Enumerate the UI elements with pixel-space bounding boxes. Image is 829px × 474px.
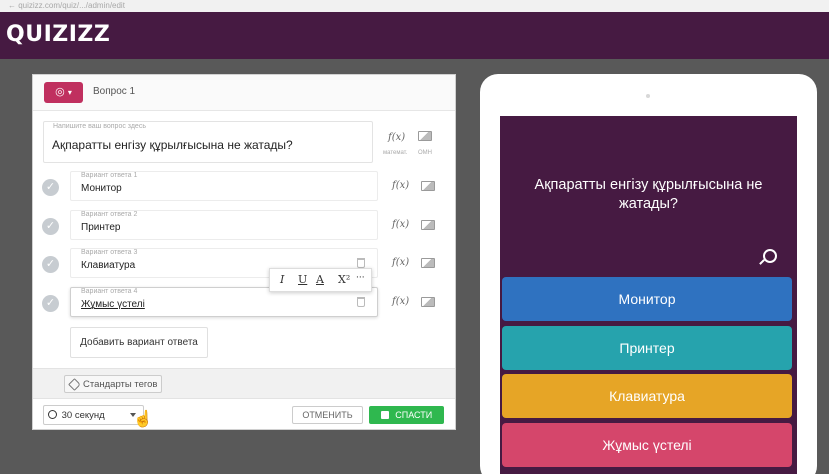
preview-question: Ақпаратты енгізу құрылғысына не жатады? [534,177,763,212]
tags-bar: Стандарты тегов [33,368,455,398]
math-formula-icon[interactable]: f(x) [392,180,409,191]
answer-row-4: ✓ Вариант ответа 4 Жұмыс үстелі f(x) [39,287,459,319]
tags-button-label: Стандарты тегов [83,379,158,390]
format-toolbar: I U A X² ··· [269,268,372,292]
cancel-button[interactable]: ОТМЕНИТЬ [292,406,363,424]
math-formula-icon[interactable]: f(x) [392,257,409,268]
trash-icon[interactable] [357,297,365,307]
question-editor: ◎ ▾ Вопрос 1 Напишите ваш вопрос здесь А… [32,74,456,430]
tags-button[interactable]: Стандарты тегов [64,375,163,393]
correct-check-icon[interactable]: ✓ [42,218,59,235]
clock-icon [48,410,57,419]
correct-check-icon[interactable]: ✓ [42,295,59,312]
answer-label-1: Вариант ответа 1 [81,172,138,179]
underline-button[interactable]: U [298,273,307,286]
answer-label-3: Вариант ответа 3 [81,249,138,256]
answer-row-1: ✓ Вариант ответа 1 Монитор f(x) [39,171,459,203]
add-answer-button[interactable]: Добавить вариант ответа [70,327,208,358]
radio-target-icon: ◎ [55,86,65,98]
answer-input-2[interactable]: Вариант ответа 2 Принтер [70,210,378,240]
preview-option-2[interactable]: Принтер [502,326,792,370]
time-select[interactable]: 30 секунд [43,405,144,425]
answer-text-4[interactable]: Жұмыс үстелі [81,299,145,310]
tablet-camera [646,94,650,98]
floppy-disk-icon [380,411,389,419]
image-audio-icon[interactable] [418,131,432,141]
image-icon[interactable] [421,220,435,230]
image-icon[interactable] [421,258,435,268]
italic-button[interactable]: I [280,273,284,286]
superscript-button[interactable]: X² [338,273,350,286]
math-label: математ. [383,150,408,156]
editor-footer: 30 секунд ☝ ОТМЕНИТЬ СПАСТИ [33,398,455,429]
answer-text-2[interactable]: Принтер [81,222,120,233]
math-formula-icon[interactable]: f(x) [392,296,409,307]
answer-row-3: ✓ Вариант ответа 3 Клавиатура f(x) [39,248,459,280]
tag-icon [68,378,81,391]
app-header: QUIZIZZ [0,12,829,59]
answer-text-3[interactable]: Клавиатура [81,260,135,271]
quizizz-logo[interactable]: QUIZIZZ [6,22,110,47]
math-formula-icon[interactable]: f(x) [392,219,409,230]
preview-option-1[interactable]: Монитор [502,277,792,321]
correct-check-icon[interactable]: ✓ [42,256,59,273]
image-icon[interactable] [421,297,435,307]
save-button[interactable]: СПАСТИ [369,406,444,424]
trash-icon[interactable] [357,258,365,268]
media-label: ОМН [418,150,432,156]
preview-screen: Ақпаратты енгізу құрылғысына не жатады? … [500,116,797,474]
question-header: ◎ ▾ Вопрос 1 [33,75,455,111]
save-button-label: СПАСТИ [395,410,433,420]
image-icon[interactable] [421,181,435,191]
preview-tablet: Ақпаратты енгізу құрылғысына не жатады? … [480,74,817,474]
answer-label-4: Вариант ответа 4 [81,288,138,295]
answer-input-1[interactable]: Вариант ответа 1 Монитор [70,171,378,201]
math-formula-icon[interactable]: f(x) [388,132,405,143]
correct-check-icon[interactable]: ✓ [42,179,59,196]
more-options-button[interactable]: ··· [356,273,365,283]
question-input[interactable]: Напишите ваш вопрос здесь Ақпаратты енгі… [43,121,373,163]
zoom-in-icon[interactable] [763,249,777,263]
chevron-down-icon: ▾ [67,88,72,97]
question-type-button[interactable]: ◎ ▾ [44,82,83,103]
browser-address-bar[interactable]: ← quizizz.com/quiz/.../admin/edit [0,0,829,12]
preview-option-3[interactable]: Клавиатура [502,374,792,418]
time-select-value: 30 секунд [61,410,105,421]
preview-option-4[interactable]: Жұмыс үстелі [502,423,792,467]
question-number: Вопрос 1 [93,86,136,97]
hand-cursor-icon: ☝ [133,411,153,428]
answer-row-2: ✓ Вариант ответа 2 Принтер f(x) [39,210,459,242]
text-color-button[interactable]: A [316,273,324,286]
answer-label-2: Вариант ответа 2 [81,211,138,218]
answer-text-1[interactable]: Монитор [81,183,122,194]
question-text[interactable]: Ақпаратты енгізу құрылғысына не жатады? [52,138,293,152]
question-placeholder: Напишите ваш вопрос здесь [53,123,146,130]
